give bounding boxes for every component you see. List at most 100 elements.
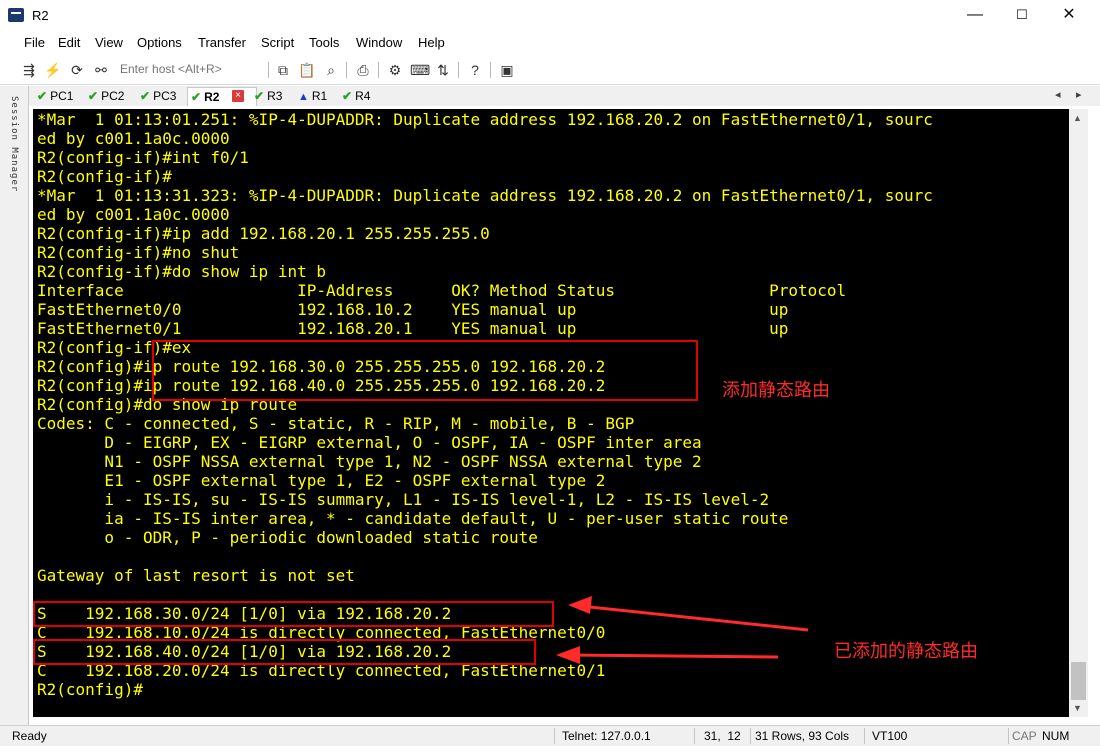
bottom-strip [0,746,1100,753]
annotation-added-static-route: 已添加的静态路由 [834,641,978,661]
terminal-line: ed by c001.1a0c.0000 [37,129,230,148]
warning-icon: ▲ [298,91,309,103]
arrow-to-route-30 [579,604,809,632]
highlight-box-static-route-30 [33,601,554,627]
terminal-line: R2(config-if)#do show ip int b [37,262,326,281]
toolbar: ⇶ ⚡ ⟳ ⚯ ⧉ 📋 ⌕ ⎙ ⚙ ⌨ ⇅ ? ▣ [0,56,1100,85]
settings-icon[interactable]: ⚙ [386,61,404,79]
terminal-line: Codes: C - connected, S - static, R - RI… [37,414,635,433]
session-options-icon[interactable]: ▣ [498,61,516,79]
arrowhead-icon [568,596,592,614]
terminal-scrollbar[interactable]: ▲ ▼ [1069,109,1088,717]
menu-bar: File Edit View Options Transfer Script T… [0,32,1100,54]
host-input[interactable] [116,60,270,78]
tab-pc2[interactable]: ✔ PC2 [85,87,127,105]
status-separator [1008,728,1009,744]
terminal-line: *Mar 1 01:13:01.251: %IP-4-DUPADDR: Dupl… [37,110,933,129]
find-icon[interactable]: ⌕ [322,61,340,79]
scroll-up-icon[interactable]: ▲ [1073,113,1082,123]
terminal-line: R2(config-if)#ip add 192.168.20.1 255.25… [37,224,490,243]
securecrt-app-icon [8,8,24,22]
status-separator [694,728,695,744]
terminal-line: N1 - OSPF NSSA external type 1, N2 - OSP… [37,452,702,471]
menu-view[interactable]: View [95,35,123,50]
terminal-line: o - ODR, P - periodic downloaded static … [37,528,538,547]
status-emulation: VT100 [872,729,908,743]
quick-connect-icon[interactable]: ⚡ [44,61,62,79]
menu-file[interactable]: File [24,35,45,50]
session-manager-label: Session Manager [9,96,19,193]
menu-window[interactable]: Window [356,35,402,50]
toolbar-separator [458,62,459,78]
check-icon: ✔ [342,89,353,103]
tab-close-icon[interactable]: × [232,90,244,102]
menu-options[interactable]: Options [137,35,182,50]
tab-pc3[interactable]: ✔ PC3 [137,87,179,105]
toolbar-separator [378,62,379,78]
status-separator [554,728,555,744]
maximize-button[interactable]: ☐ [999,0,1045,32]
terminal-line: R2(config)# [37,680,143,699]
paste-icon[interactable]: 📋 [298,61,316,79]
status-separator [864,728,865,744]
terminal-line: R2(config-if)# [37,167,172,186]
keymap-icon[interactable]: ⌨ [410,61,430,79]
terminal-line: FastEthernet0/0 192.168.10.2 YES manual … [37,300,789,319]
status-separator [750,728,751,744]
copy-icon[interactable]: ⧉ [274,61,292,79]
minimize-button[interactable]: — [952,0,998,32]
status-num: NUM [1042,729,1070,743]
reconnect-icon[interactable]: ⟳ [68,61,86,79]
help-icon[interactable]: ? [466,61,484,79]
tab-r2[interactable]: ✔ R2 [187,87,257,106]
highlight-box-ip-route-commands [152,340,698,401]
check-icon: ✔ [140,89,151,103]
check-icon: ✔ [37,89,48,103]
disconnect-icon[interactable]: ⚯ [92,61,110,79]
scroll-down-icon[interactable]: ▼ [1073,703,1082,713]
annotation-add-static-route: 添加静态路由 [722,380,830,400]
toolbar-separator [268,62,269,78]
close-button[interactable]: ✕ [1046,0,1092,32]
terminal-line: *Mar 1 01:13:31.323: %IP-4-DUPADDR: Dupl… [37,186,933,205]
menu-help[interactable]: Help [418,35,445,50]
tab-scroll-right-icon[interactable]: ▸ [1076,88,1082,101]
terminal-line: E1 - OSPF external type 1, E2 - OSPF ext… [37,471,606,490]
check-icon: ✔ [254,89,265,103]
terminal-line: D - EIGRP, EX - EIGRP external, O - OSPF… [37,433,702,452]
menu-script[interactable]: Script [261,35,294,50]
terminal-line: R2(config-if)#no shut [37,243,240,262]
tab-scroll-left-icon[interactable]: ◂ [1055,88,1061,101]
highlight-box-static-route-40 [33,639,536,665]
tab-r3[interactable]: ✔ R3 [251,87,285,105]
connect-icon[interactable]: ⇶ [20,61,38,79]
scroll-thumb[interactable] [1071,662,1086,700]
check-icon: ✔ [88,89,99,103]
annotation-arrows [556,596,809,664]
arrowhead-icon [556,646,580,664]
menu-tools[interactable]: Tools [309,35,339,50]
terminal-line: ed by c001.1a0c.0000 [37,205,230,224]
terminal-line: Gateway of last resort is not set [37,566,355,585]
print-icon[interactable]: ⎙ [354,61,372,79]
menu-edit[interactable]: Edit [58,35,80,50]
session-manager-panel[interactable]: Session Manager [0,86,29,726]
status-cursor: 31, 12 [704,729,741,743]
title-bar: R2 — ☐ ✕ [0,0,1100,32]
toolbar-separator [346,62,347,78]
status-size: 31 Rows, 93 Cols [755,729,850,743]
terminal-line: FastEthernet0/1 192.168.20.1 YES manual … [37,319,789,338]
tab-r4[interactable]: ✔ R4 [339,87,373,105]
status-ready: Ready [12,729,47,743]
menu-transfer[interactable]: Transfer [198,35,246,50]
window-title: R2 [32,8,49,23]
tab-r1[interactable]: ▲ R1 [295,87,330,105]
arrow-to-route-40 [567,653,779,659]
tab-pc1[interactable]: ✔ PC1 [34,87,76,105]
status-bar: Ready Telnet: 127.0.0.1 31, 12 31 Rows, … [0,725,1100,746]
terminal-line: i - IS-IS, su - IS-IS summary, L1 - IS-I… [37,490,770,509]
sftp-icon[interactable]: ⇅ [434,61,452,79]
status-cap: CAP [1012,729,1037,743]
toolbar-separator [490,62,491,78]
check-icon: ✔ [191,90,202,104]
